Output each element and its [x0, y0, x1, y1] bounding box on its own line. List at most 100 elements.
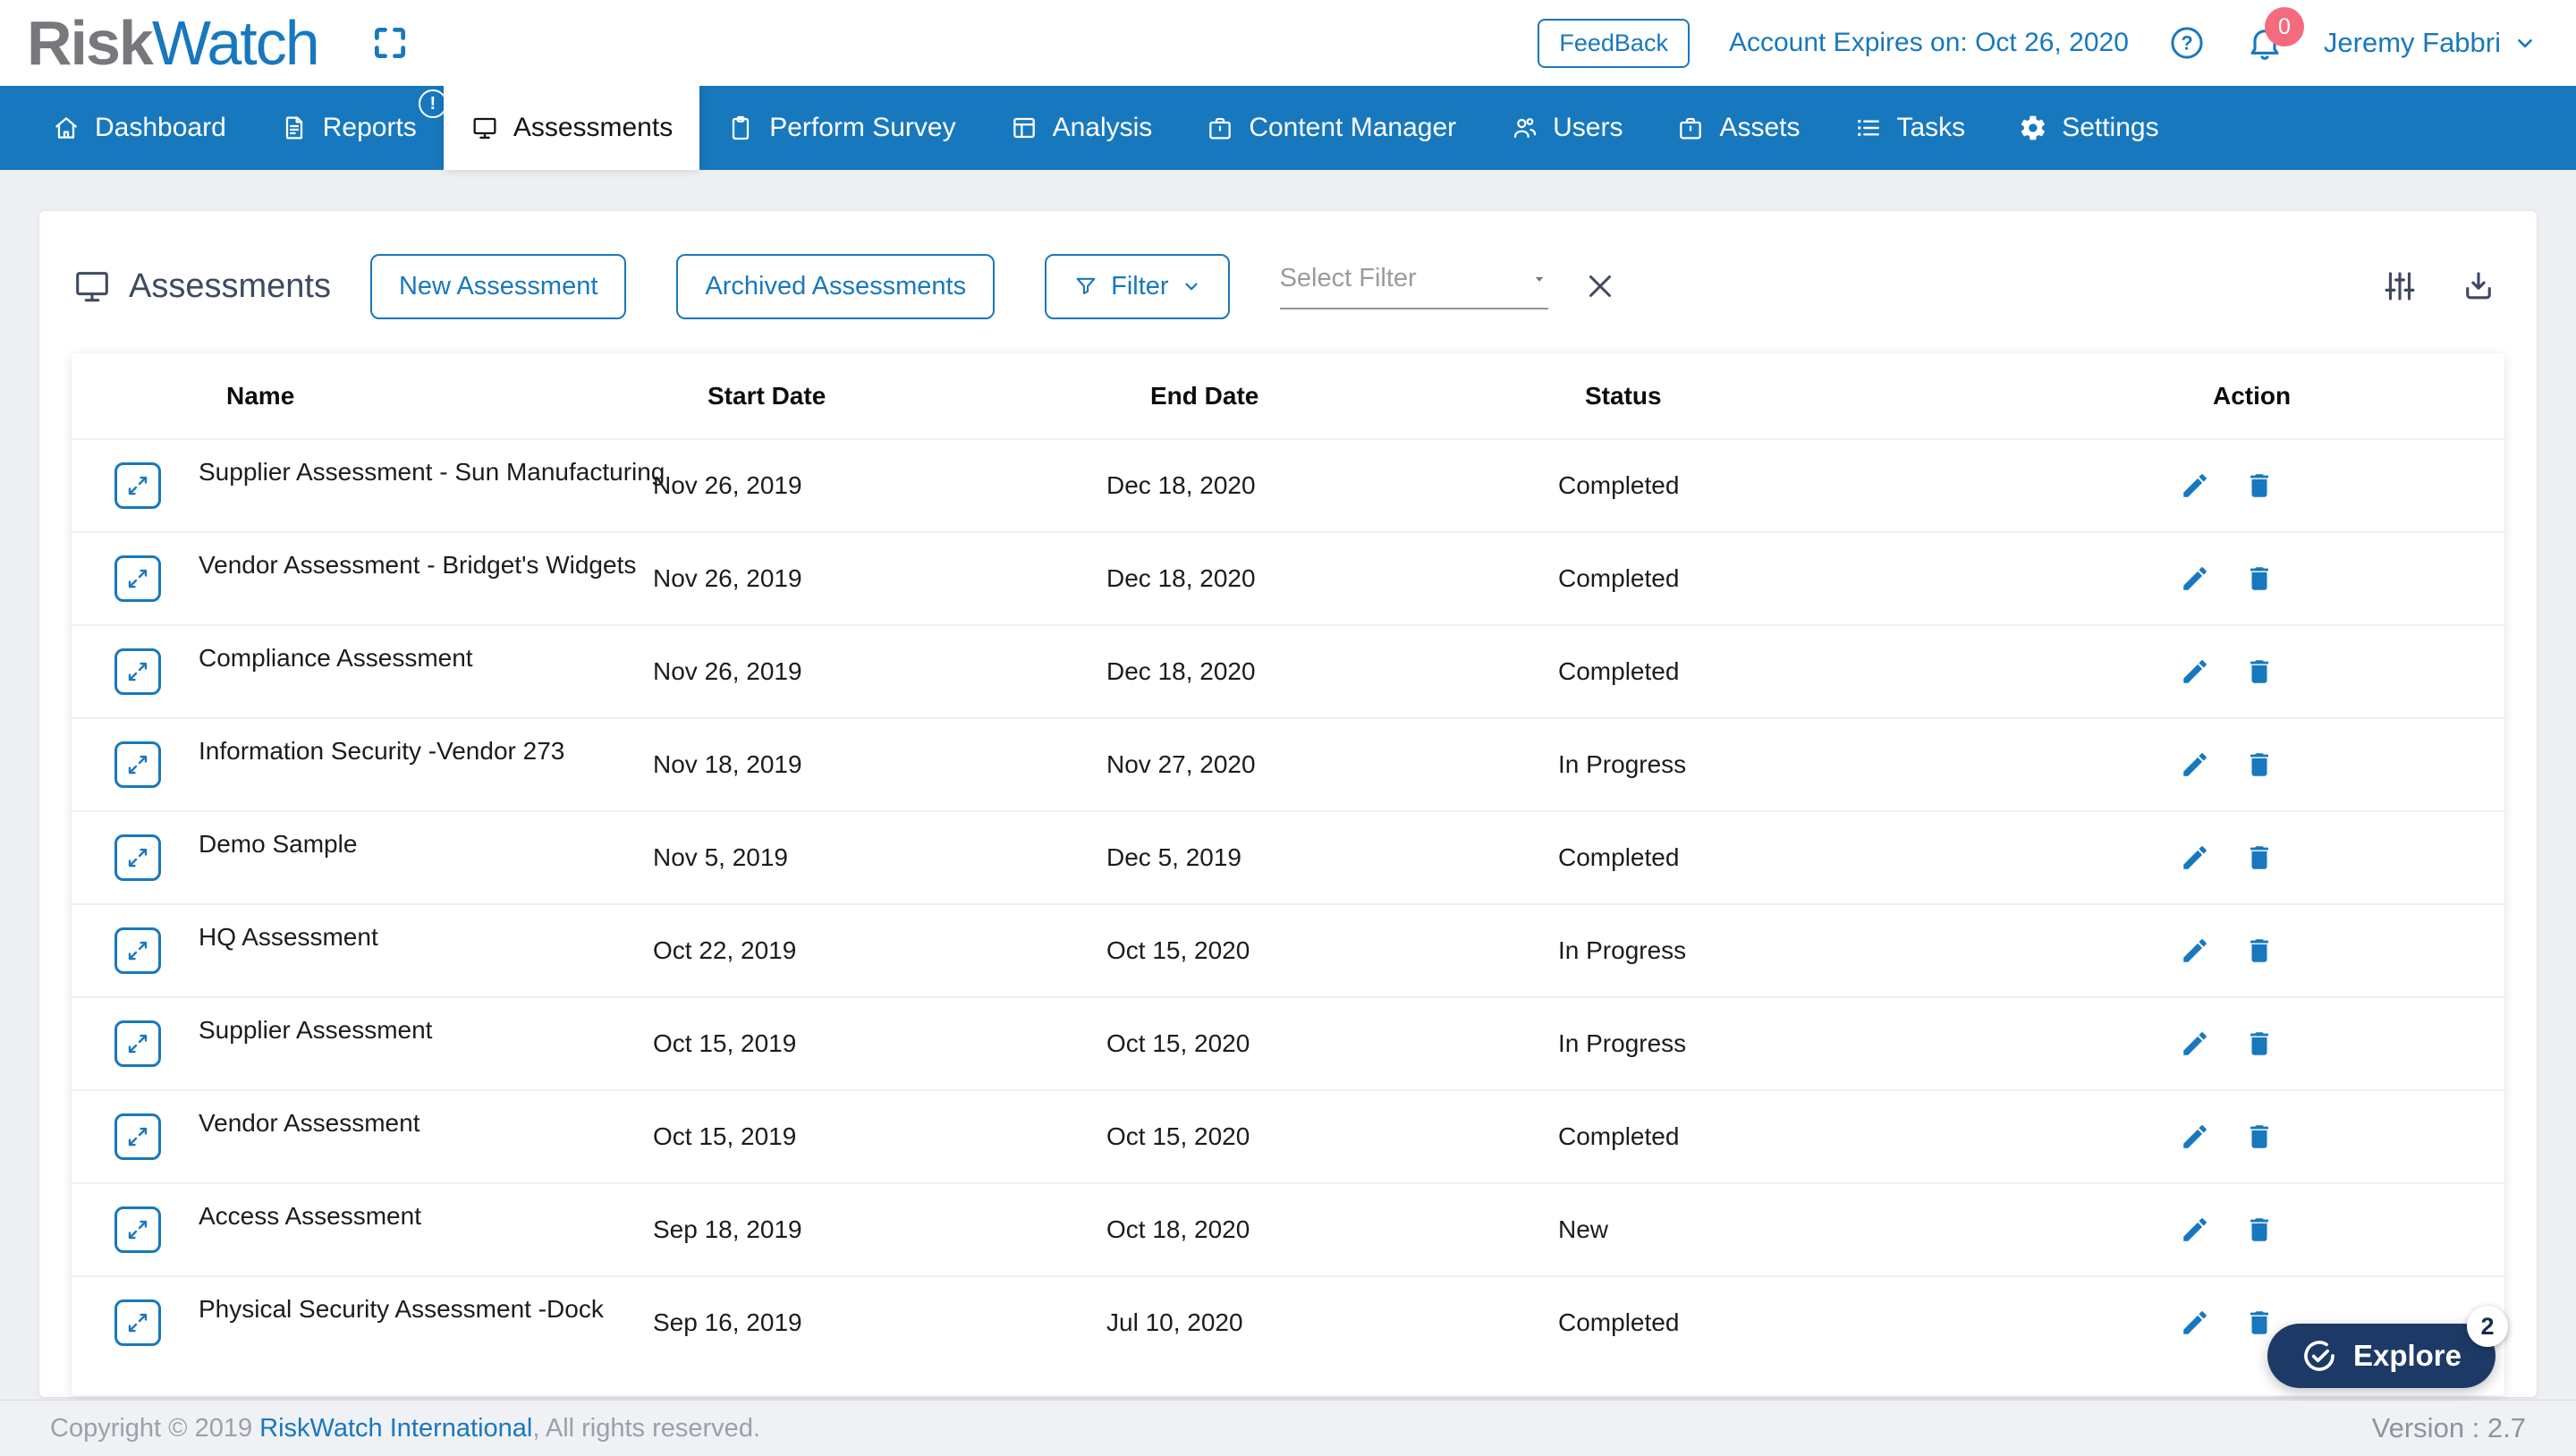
- edit-icon[interactable]: [2180, 470, 2210, 501]
- assessment-end-date: Oct 18, 2020: [1106, 1215, 1250, 1244]
- assessment-name: Compliance Assessment: [199, 644, 473, 673]
- expand-icon: [124, 565, 151, 592]
- assessment-status: In Progress: [1558, 936, 1686, 965]
- new-assessment-button[interactable]: New Assessment: [370, 254, 626, 319]
- delete-icon[interactable]: [2244, 470, 2275, 501]
- expand-icon: [124, 1030, 151, 1057]
- assessment-name: Vendor Assessment - Bridget's Widgets: [199, 551, 636, 580]
- table-row: Access Assessment Sep 18, 2019 Oct 18, 2…: [72, 1182, 2504, 1275]
- edit-icon[interactable]: [2180, 749, 2210, 780]
- assessment-status: In Progress: [1558, 750, 1686, 779]
- main-nav: Dashboard Reports ! Assessments Perform …: [0, 86, 2576, 170]
- archived-assessments-button[interactable]: Archived Assessments: [676, 254, 995, 319]
- edit-icon[interactable]: [2180, 563, 2210, 594]
- edit-icon[interactable]: [2180, 1215, 2210, 1245]
- nav-item-assets[interactable]: Assets: [1649, 86, 1826, 170]
- nav-label: Reports: [323, 113, 417, 142]
- assessment-name: Supplier Assessment: [199, 1016, 432, 1045]
- assessments-table: Name Start Date End Date Status Action S…: [72, 353, 2504, 1395]
- check-circle-icon: [2301, 1338, 2337, 1374]
- user-name: Jeremy Fabbri: [2324, 27, 2501, 59]
- expand-row-button[interactable]: [114, 1206, 161, 1253]
- edit-icon[interactable]: [2180, 1308, 2210, 1338]
- assessment-name: Supplier Assessment - Sun Manufacturing: [199, 458, 665, 487]
- assessment-status: Completed: [1558, 657, 1679, 686]
- assessment-status: Completed: [1558, 564, 1679, 593]
- expand-row-button[interactable]: [114, 1020, 161, 1067]
- expand-icon: [124, 472, 151, 499]
- delete-icon[interactable]: [2244, 1122, 2275, 1152]
- list-icon: [1854, 114, 1883, 142]
- feedback-button[interactable]: FeedBack: [1538, 19, 1690, 68]
- nav-item-content-manager[interactable]: Content Manager: [1179, 86, 1483, 170]
- filter-button[interactable]: Filter: [1045, 254, 1229, 319]
- expand-row-button[interactable]: [114, 555, 161, 602]
- assessment-start-date: Sep 16, 2019: [653, 1308, 802, 1337]
- nav-item-tasks[interactable]: Tasks: [1827, 86, 1993, 170]
- edit-icon[interactable]: [2180, 842, 2210, 873]
- nav-item-settings[interactable]: Settings: [1992, 86, 2185, 170]
- riskwatch-international-link[interactable]: RiskWatch International: [259, 1414, 532, 1443]
- delete-icon[interactable]: [2244, 842, 2275, 873]
- notification-count-badge: 0: [2265, 7, 2304, 47]
- edit-icon[interactable]: [2180, 1029, 2210, 1059]
- delete-icon[interactable]: [2244, 1029, 2275, 1059]
- nav-label: Assets: [1719, 113, 1800, 142]
- edit-icon[interactable]: [2180, 935, 2210, 966]
- nav-item-users[interactable]: Users: [1483, 86, 1649, 170]
- expand-row-button[interactable]: [114, 1113, 161, 1160]
- expand-icon: [124, 1123, 151, 1150]
- select-filter-dropdown[interactable]: Select Filter: [1280, 264, 1548, 309]
- assessment-status: Completed: [1558, 1122, 1679, 1151]
- explore-button[interactable]: Explore 2: [2267, 1324, 2496, 1388]
- table-row: Supplier Assessment Oct 15, 2019 Oct 15,…: [72, 996, 2504, 1089]
- expand-icon: [124, 844, 151, 871]
- edit-icon[interactable]: [2180, 656, 2210, 687]
- expand-row-button[interactable]: [114, 741, 161, 788]
- delete-icon[interactable]: [2244, 749, 2275, 780]
- assessment-end-date: Dec 18, 2020: [1106, 657, 1256, 686]
- column-settings-icon[interactable]: [2381, 267, 2419, 305]
- help-icon[interactable]: ?: [2168, 24, 2206, 62]
- nav-item-reports[interactable]: Reports !: [253, 86, 444, 170]
- copyright-text: Copyright © 2019 RiskWatch International…: [50, 1414, 760, 1443]
- assessment-status: Completed: [1558, 471, 1679, 500]
- toolbar: Assessments New Assessment Archived Asse…: [39, 211, 2537, 318]
- clear-filter-icon[interactable]: [1584, 270, 1616, 302]
- funnel-icon: [1073, 274, 1098, 299]
- expand-row-button[interactable]: [114, 648, 161, 695]
- assessment-name: Access Assessment: [199, 1202, 421, 1231]
- monitor-icon: [470, 114, 499, 142]
- download-icon[interactable]: [2460, 267, 2497, 305]
- expand-row-button[interactable]: [114, 1299, 161, 1346]
- nav-item-perform-survey[interactable]: Perform Survey: [699, 86, 982, 170]
- expand-row-button[interactable]: [114, 927, 161, 974]
- riskwatch-logo: RiskWatch: [27, 0, 318, 86]
- nav-item-assessments[interactable]: Assessments: [444, 79, 699, 170]
- nav-item-analysis[interactable]: Analysis: [983, 86, 1180, 170]
- assessment-name: Demo Sample: [199, 830, 357, 859]
- delete-icon[interactable]: [2244, 656, 2275, 687]
- delete-icon[interactable]: [2244, 935, 2275, 966]
- explore-count-badge: 2: [2467, 1306, 2508, 1347]
- table-row: Supplier Assessment - Sun Manufacturing …: [72, 438, 2504, 531]
- delete-icon[interactable]: [2244, 1308, 2275, 1338]
- expand-row-button[interactable]: [114, 834, 161, 881]
- assessment-start-date: Nov 26, 2019: [653, 471, 802, 500]
- notifications-button[interactable]: 0: [2245, 23, 2284, 63]
- delete-icon[interactable]: [2244, 563, 2275, 594]
- expand-row-button[interactable]: [114, 462, 161, 509]
- table-row: Information Security -Vendor 273 Nov 18,…: [72, 717, 2504, 810]
- edit-icon[interactable]: [2180, 1122, 2210, 1152]
- nav-label: Perform Survey: [769, 113, 955, 142]
- monitor-icon: [72, 266, 113, 307]
- nav-item-dashboard[interactable]: Dashboard: [25, 86, 253, 170]
- assessment-end-date: Dec 5, 2019: [1106, 843, 1241, 872]
- logo-risk: Risk: [27, 8, 152, 78]
- delete-icon[interactable]: [2244, 1215, 2275, 1245]
- assessment-status: Completed: [1558, 843, 1679, 872]
- fullscreen-icon[interactable]: [370, 23, 410, 63]
- assessment-end-date: Dec 18, 2020: [1106, 471, 1256, 500]
- select-filter-placeholder: Select Filter: [1280, 264, 1417, 293]
- user-menu[interactable]: Jeremy Fabbri: [2324, 27, 2537, 59]
